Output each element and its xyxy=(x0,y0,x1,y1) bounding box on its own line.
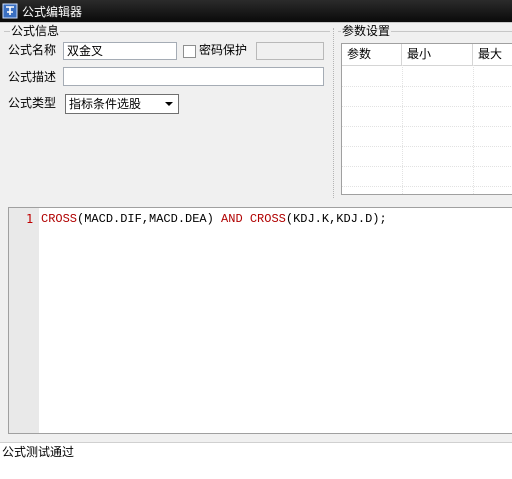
formula-type-select[interactable]: 指标条件选股 xyxy=(65,94,179,114)
formula-info-title: 公式信息 xyxy=(10,24,61,38)
code-token-args: (KDJ.K,KDJ.D); xyxy=(285,212,387,226)
formula-desc-label: 公式描述 xyxy=(8,70,57,84)
chevron-down-icon xyxy=(165,102,173,106)
editor-footer-strip xyxy=(0,434,512,442)
code-token-args: (MACD.DIF,MACD.DEA) xyxy=(77,212,222,226)
line-number-gutter xyxy=(9,208,39,433)
grid-column-line xyxy=(402,65,403,194)
table-row xyxy=(342,106,512,107)
table-row xyxy=(342,146,512,147)
line-number: 1 xyxy=(26,212,34,226)
status-output-panel: 公式测试通过 xyxy=(0,442,512,479)
code-token-cross: CROSS xyxy=(249,212,286,226)
table-row xyxy=(342,86,512,87)
grid-column-line xyxy=(473,65,474,194)
password-protect-checkbox[interactable] xyxy=(183,45,196,58)
col-header-max[interactable]: 最大 xyxy=(473,44,512,65)
title-separator xyxy=(0,22,512,23)
table-row xyxy=(342,186,512,187)
status-message: 公式测试通过 xyxy=(2,445,75,459)
password-field xyxy=(256,42,324,60)
formula-name-label: 公式名称 xyxy=(8,43,57,57)
formula-type-label: 公式类型 xyxy=(8,96,57,110)
table-row xyxy=(342,166,512,167)
col-header-min[interactable]: 最小 xyxy=(402,44,473,65)
code-line[interactable]: CROSS(MACD.DIF,MACD.DEA) AND CROSS(KDJ.K… xyxy=(41,212,387,227)
formula-name-input[interactable]: 双金叉 xyxy=(63,42,177,60)
panel-divider xyxy=(333,28,335,198)
col-header-param[interactable]: 参数 xyxy=(342,44,402,65)
code-editor[interactable]: 1 CROSS(MACD.DIF,MACD.DEA) AND CROSS(KDJ… xyxy=(8,207,512,434)
app-icon xyxy=(2,3,18,19)
table-row xyxy=(342,126,512,127)
params-title: 参数设置 xyxy=(341,24,392,38)
code-token-cross: CROSS xyxy=(41,212,78,226)
code-token-and: AND xyxy=(221,212,243,226)
params-table-header: 参数 最小 最大 xyxy=(342,44,512,66)
formula-type-value: 指标条件选股 xyxy=(69,97,142,111)
params-table[interactable]: 参数 最小 最大 xyxy=(341,43,512,195)
window-title: 公式编辑器 xyxy=(22,5,83,19)
password-protect-label: 密码保护 xyxy=(199,43,248,57)
formula-desc-input[interactable] xyxy=(63,67,324,86)
title-bar: 公式编辑器 xyxy=(0,0,512,22)
